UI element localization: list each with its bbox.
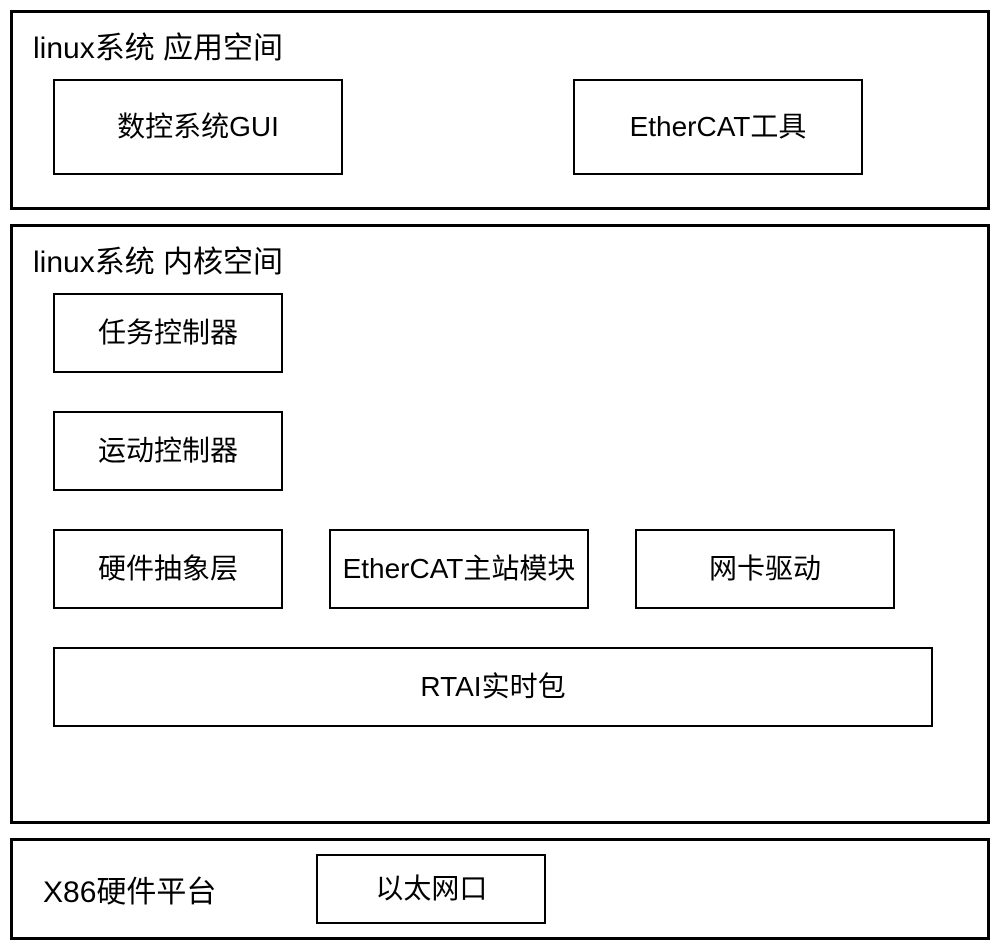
task-controller-box: 任务控制器 xyxy=(53,293,283,373)
x86-hardware-platform-section: X86硬件平台 以太网口 xyxy=(10,838,990,940)
hw-platform-title: X86硬件平台 xyxy=(43,867,216,911)
linux-user-space-section: linux系统 应用空间 数控系统GUI EtherCAT工具 xyxy=(10,10,990,210)
ethercat-master-module-box: EtherCAT主站模块 xyxy=(329,529,589,609)
kernel-row-3: 硬件抽象层 EtherCAT主站模块 网卡驱动 xyxy=(53,529,967,609)
rtai-realtime-package-box: RTAI实时包 xyxy=(53,647,933,727)
motion-controller-box: 运动控制器 xyxy=(53,411,283,491)
linux-kernel-space-section: linux系统 内核空间 任务控制器 运动控制器 硬件抽象层 EtherCAT主… xyxy=(10,224,990,824)
ethernet-port-box: 以太网口 xyxy=(316,854,546,924)
kernel-space-title: linux系统 内核空间 xyxy=(33,237,967,281)
nic-driver-box: 网卡驱动 xyxy=(635,529,895,609)
kernel-space-column: 任务控制器 运动控制器 硬件抽象层 EtherCAT主站模块 网卡驱动 RTAI… xyxy=(33,293,967,727)
user-space-row: 数控系统GUI EtherCAT工具 xyxy=(33,79,967,175)
hardware-abstraction-layer-box: 硬件抽象层 xyxy=(53,529,283,609)
user-space-title: linux系统 应用空间 xyxy=(33,23,967,67)
cnc-gui-box: 数控系统GUI xyxy=(53,79,343,175)
ethercat-tool-box: EtherCAT工具 xyxy=(573,79,863,175)
